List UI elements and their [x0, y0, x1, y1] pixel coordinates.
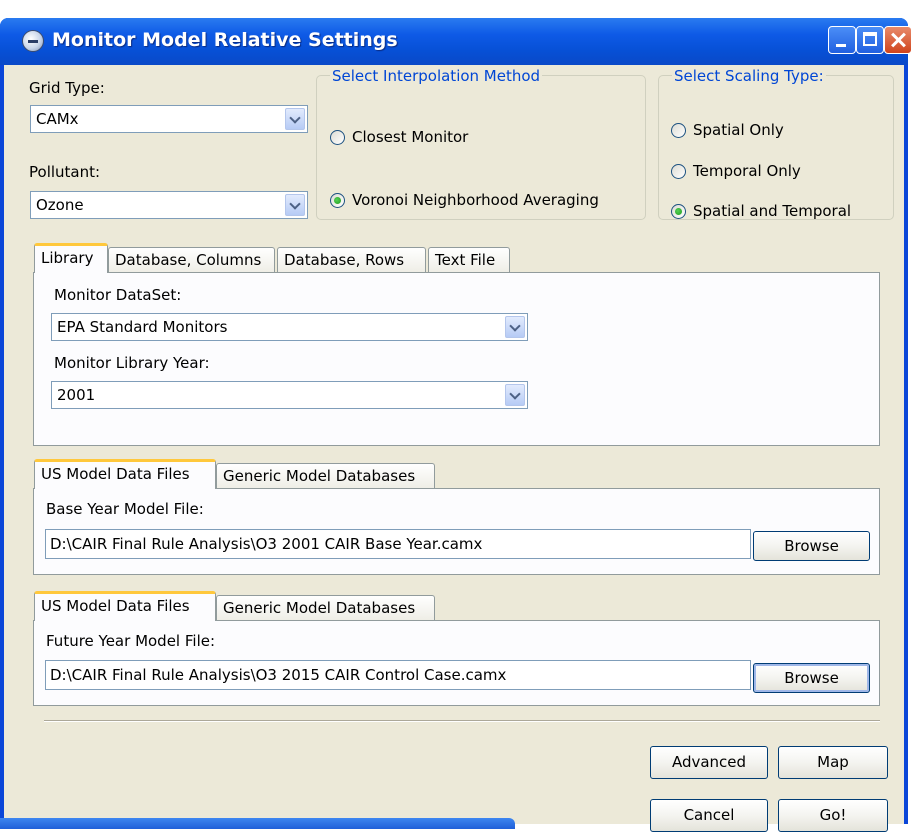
tab-base-us-model-data-files[interactable]: US Model Data Files	[34, 459, 216, 489]
base-year-model-path-input[interactable]: D:\CAIR Final Rule Analysis\O3 2001 CAIR…	[45, 529, 751, 559]
monitor-dataset-label: Monitor DataSet:	[54, 286, 182, 304]
dialog-window: Monitor Model Relative Settings Grid Typ…	[0, 18, 912, 832]
closest-monitor-label[interactable]: Closest Monitor	[352, 128, 468, 146]
taskbar	[0, 818, 515, 829]
monitor-dataset-value: EPA Standard Monitors	[57, 318, 228, 336]
app-icon[interactable]	[22, 30, 44, 52]
base-year-model-label: Base Year Model File:	[46, 500, 204, 518]
monitor-dataset-select[interactable]: EPA Standard Monitors	[51, 313, 528, 341]
monitor-tab-panel: Monitor DataSet: EPA Standard Monitors M…	[33, 272, 880, 446]
chevron-down-icon[interactable]	[505, 316, 525, 338]
tab-database-rows[interactable]: Database, Rows	[277, 247, 426, 273]
future-year-model-path: D:\CAIR Final Rule Analysis\O3 2015 CAIR…	[50, 666, 507, 684]
window-title: Monitor Model Relative Settings	[52, 29, 398, 51]
scaling-group	[658, 75, 894, 220]
spatial-and-temporal-label[interactable]: Spatial and Temporal	[693, 202, 851, 220]
tab-library[interactable]: Library	[34, 243, 108, 273]
cancel-button[interactable]: Cancel	[650, 799, 768, 832]
tab-text-file[interactable]: Text File	[428, 247, 510, 273]
temporal-only-label[interactable]: Temporal Only	[693, 162, 801, 180]
interpolation-group-title: Select Interpolation Method	[330, 67, 543, 85]
radio-spatial-only[interactable]	[671, 123, 686, 138]
radio-spatial-and-temporal[interactable]	[671, 204, 686, 219]
pollutant-select[interactable]: Ozone	[30, 191, 308, 219]
maximize-icon[interactable]	[856, 26, 884, 54]
tab-future-us-model-data-files[interactable]: US Model Data Files	[34, 591, 216, 621]
scaling-group-title: Select Scaling Type:	[672, 67, 826, 85]
radio-temporal-only[interactable]	[671, 164, 686, 179]
chevron-down-icon[interactable]	[285, 194, 305, 216]
chevron-down-icon[interactable]	[505, 384, 525, 406]
minimize-icon[interactable]	[828, 26, 856, 54]
monitor-year-value: 2001	[57, 386, 96, 404]
future-year-model-label: Future Year Model File:	[46, 632, 216, 650]
separator-line	[44, 720, 880, 722]
tab-future-generic-model-databases[interactable]: Generic Model Databases	[216, 595, 435, 621]
grid-type-value: CAMx	[36, 110, 79, 128]
monitor-year-select[interactable]: 2001	[51, 381, 528, 409]
tab-database-columns[interactable]: Database, Columns	[108, 247, 275, 273]
close-icon[interactable]	[884, 26, 912, 54]
pollutant-label: Pollutant:	[29, 163, 101, 181]
go-button[interactable]: Go!	[778, 799, 888, 832]
pollutant-value: Ozone	[36, 196, 84, 214]
voronoi-label[interactable]: Voronoi Neighborhood Averaging	[352, 191, 599, 209]
grid-type-select[interactable]: CAMx	[30, 105, 308, 133]
chevron-down-icon[interactable]	[285, 108, 305, 130]
base-year-model-path: D:\CAIR Final Rule Analysis\O3 2001 CAIR…	[50, 535, 483, 553]
map-button[interactable]: Map	[778, 746, 888, 779]
monitor-year-label: Monitor Library Year:	[54, 354, 210, 372]
title-bar[interactable]: Monitor Model Relative Settings	[0, 18, 912, 65]
future-model-panel: Future Year Model File: D:\CAIR Final Ru…	[33, 620, 880, 706]
future-browse-button[interactable]: Browse	[753, 663, 870, 693]
radio-closest-monitor[interactable]	[330, 130, 345, 145]
radio-voronoi[interactable]	[330, 193, 345, 208]
tab-base-generic-model-databases[interactable]: Generic Model Databases	[216, 463, 435, 489]
dialog-client-area: Grid Type: CAMx Pollutant: Ozone Select …	[4, 65, 904, 832]
base-model-panel: Base Year Model File: D:\CAIR Final Rule…	[33, 488, 880, 575]
advanced-button[interactable]: Advanced	[650, 746, 768, 779]
grid-type-label: Grid Type:	[29, 79, 105, 97]
future-year-model-path-input[interactable]: D:\CAIR Final Rule Analysis\O3 2015 CAIR…	[45, 660, 751, 690]
base-browse-button[interactable]: Browse	[753, 531, 870, 561]
spatial-only-label[interactable]: Spatial Only	[693, 121, 784, 139]
